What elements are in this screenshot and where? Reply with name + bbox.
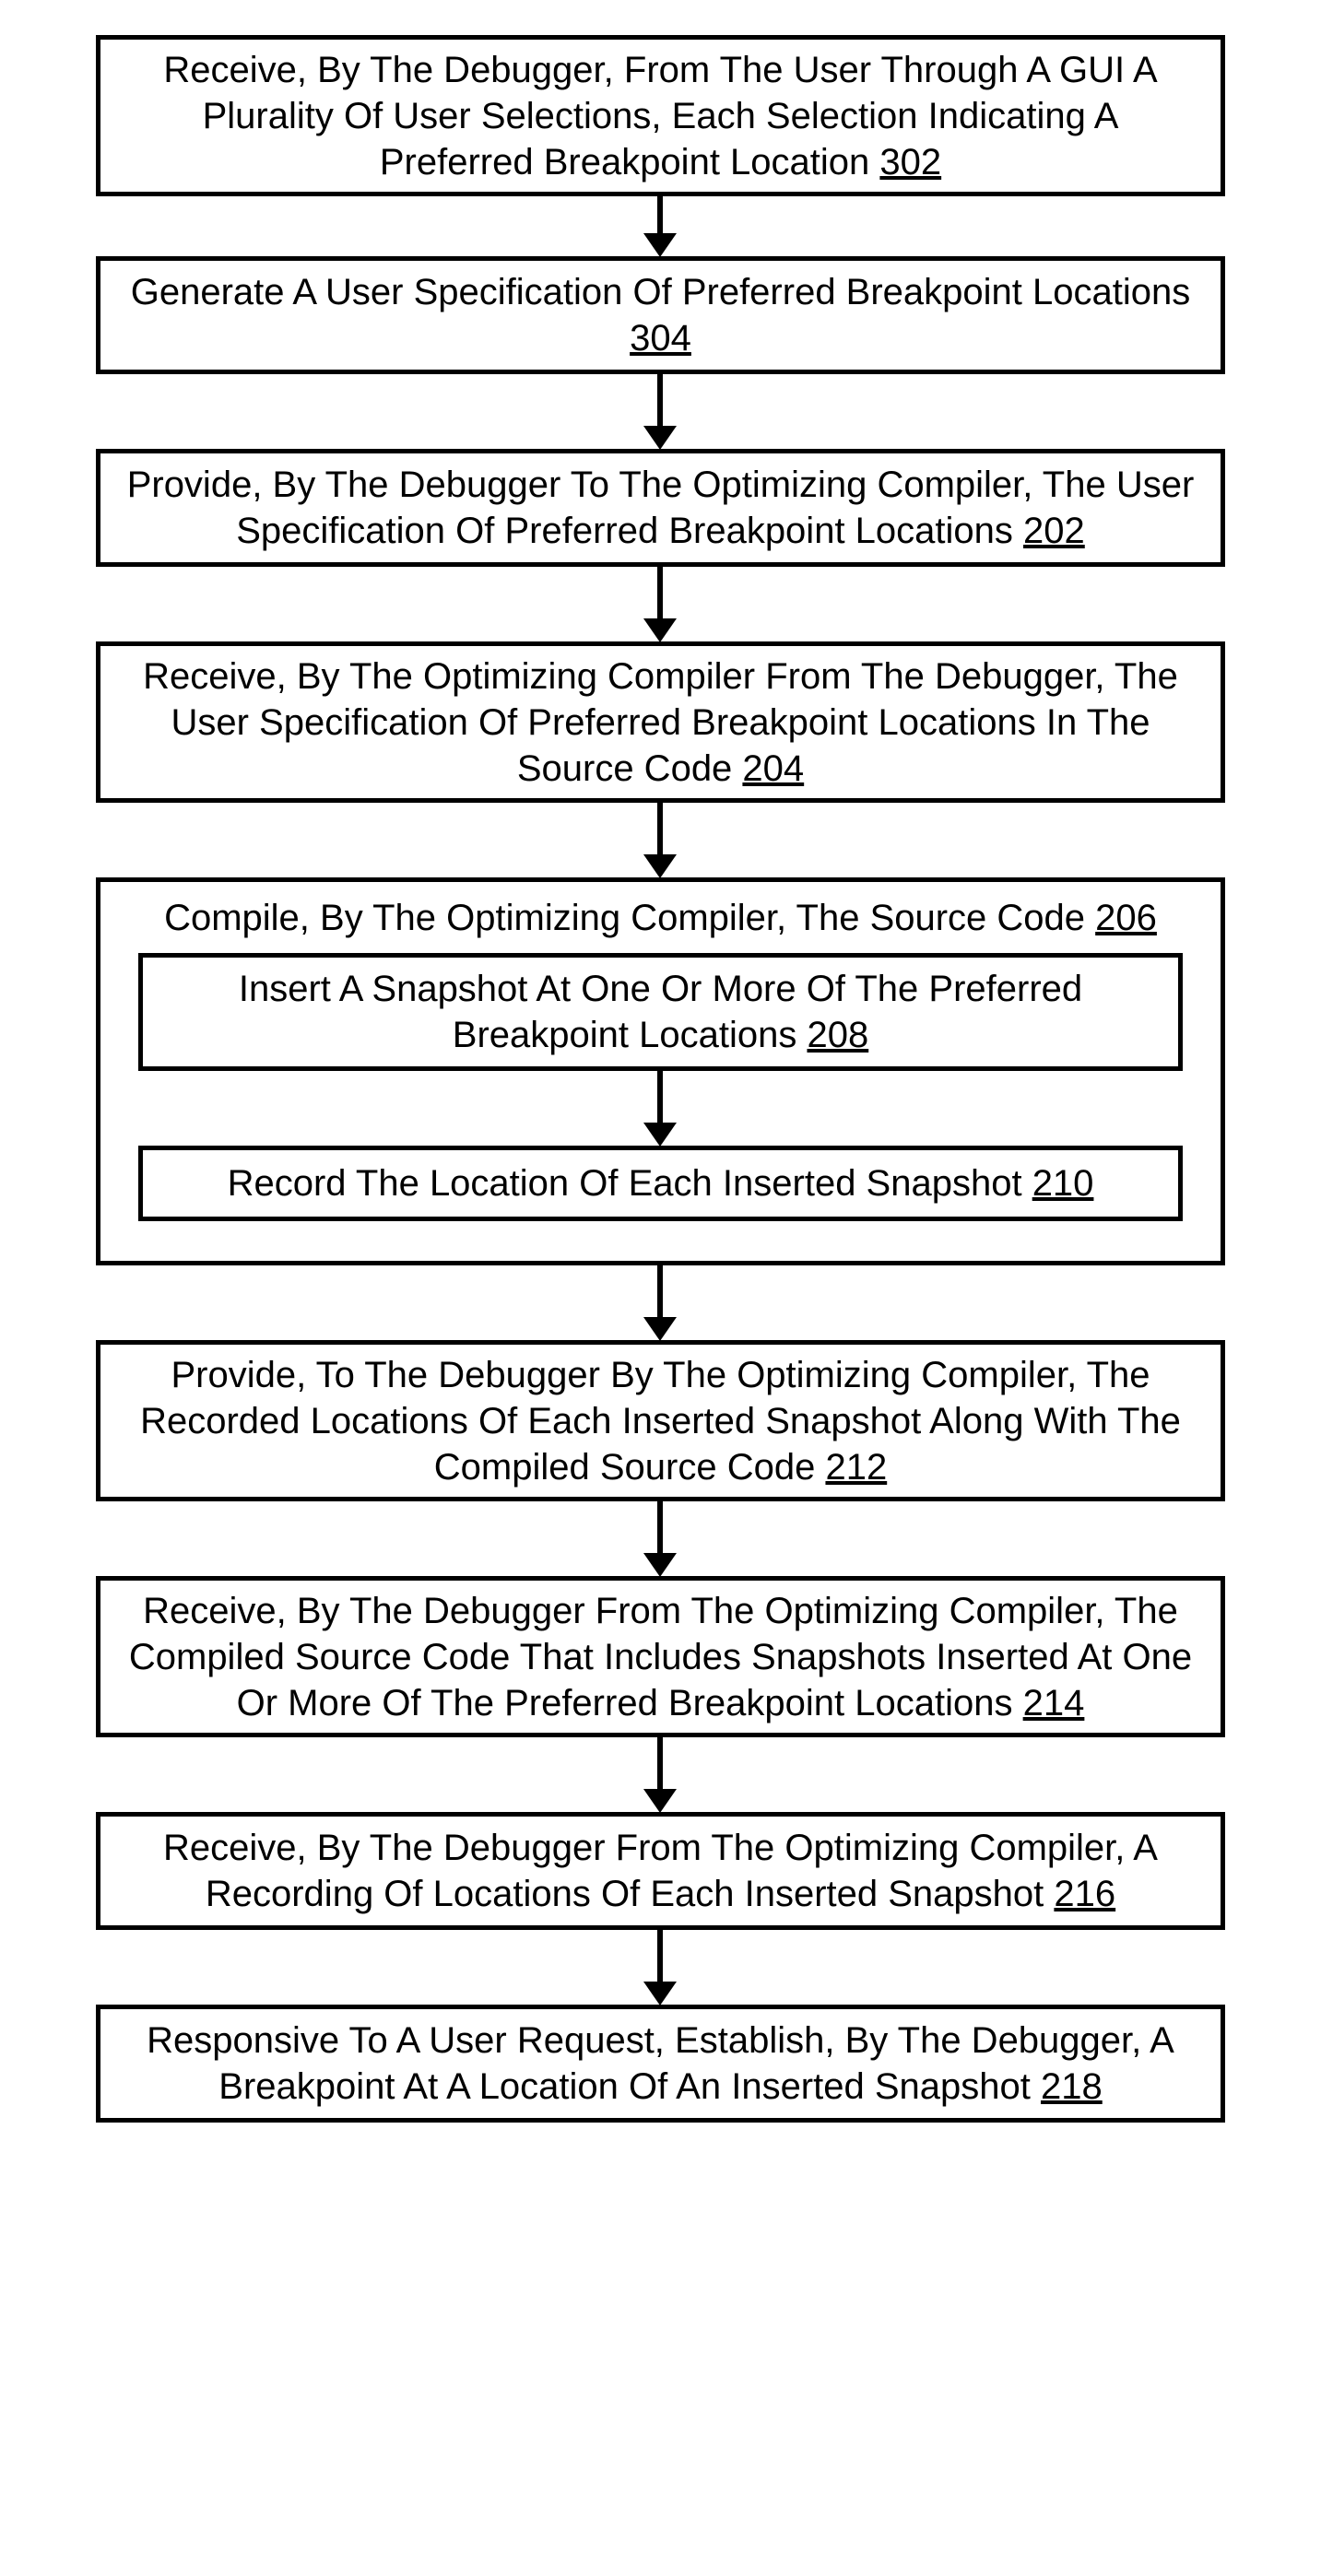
step-216-label: Receive, By The Debugger From The Optimi… [123,1825,1198,1917]
step-302: Receive, By The Debugger, From The User … [96,35,1225,196]
step-212-label: Provide, To The Debugger By The Optimizi… [123,1352,1198,1490]
step-206-label: Compile, By The Optimizing Compiler, The… [164,895,1157,941]
step-202-label: Provide, By The Debugger To The Optimizi… [123,462,1198,554]
step-302-label: Receive, By The Debugger, From The User … [123,47,1198,185]
step-214-label: Receive, By The Debugger From The Optimi… [123,1588,1198,1726]
step-210: Record The Location Of Each Inserted Sna… [138,1146,1183,1221]
step-208-label: Insert A Snapshot At One Or More Of The … [161,966,1160,1058]
step-210-label: Record The Location Of Each Inserted Sna… [228,1160,1094,1206]
step-212: Provide, To The Debugger By The Optimizi… [96,1340,1225,1501]
step-204-label: Receive, By The Optimizing Compiler From… [123,653,1198,792]
step-204: Receive, By The Optimizing Compiler From… [96,641,1225,803]
step-304-label: Generate A User Specification Of Preferr… [123,269,1198,361]
step-214: Receive, By The Debugger From The Optimi… [96,1576,1225,1737]
step-202: Provide, By The Debugger To The Optimizi… [96,449,1225,567]
step-304: Generate A User Specification Of Preferr… [96,256,1225,374]
step-208: Insert A Snapshot At One Or More Of The … [138,953,1183,1071]
step-218-label: Responsive To A User Request, Establish,… [123,2017,1198,2110]
flowchart-canvas: Receive, By The Debugger, From The User … [0,0,1321,2576]
step-218: Responsive To A User Request, Establish,… [96,2005,1225,2123]
step-216: Receive, By The Debugger From The Optimi… [96,1812,1225,1930]
